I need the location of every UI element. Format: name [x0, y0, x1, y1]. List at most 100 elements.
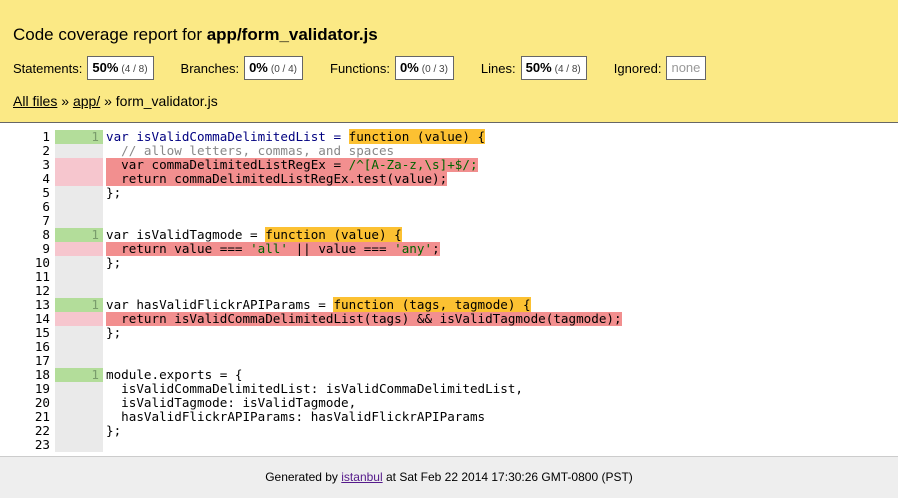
metric-lines: Lines: 50% (4 / 8) [481, 56, 587, 80]
code-string: /^[A-Za-z,\s]+$/; [348, 157, 478, 172]
metric-label: Lines: [480, 60, 516, 76]
line-number: 23 [34, 437, 50, 452]
code-text: var commaDelimitedListRegEx = [106, 157, 349, 172]
page-title: Code coverage report for app/form_valida… [13, 25, 378, 45]
code-row: 22}; [0, 424, 898, 438]
line-coverage: 1 [55, 298, 103, 312]
line-number: 3 [42, 157, 50, 172]
line-number: 8 [42, 227, 50, 242]
metric-box: 50% (4 / 8) [520, 56, 587, 80]
line-coverage [55, 270, 103, 284]
line-coverage [55, 186, 103, 200]
code-line: }; [106, 255, 122, 270]
metric-ignored: Ignored: none [614, 56, 707, 80]
report-header: Code coverage report for app/form_valida… [0, 0, 898, 123]
code-row: 3 var commaDelimitedListRegEx = /^[A-Za-… [0, 158, 898, 172]
line-coverage [55, 312, 103, 326]
line-coverage [55, 144, 103, 158]
line-coverage [55, 382, 103, 396]
code-row: 7 [0, 214, 898, 228]
line-coverage [55, 410, 103, 424]
breadcrumb-dir[interactable]: app/ [73, 93, 100, 109]
line-number: 1 [42, 129, 50, 144]
code-listing: 1 1 var isValidCommaDelimitedList = functi… [0, 129, 898, 452]
line-number: 7 [42, 213, 50, 228]
code-text: var hasValidFlickrAPIParams = [106, 297, 334, 312]
code-line: module.exports = { [106, 367, 243, 382]
line-number: 15 [34, 325, 50, 340]
footer-prefix: Generated by [265, 470, 342, 484]
code-row: 2 // allow letters, commas, and spaces [0, 144, 898, 158]
line-coverage [55, 214, 103, 228]
breadcrumb-file: form_validator.js [115, 93, 218, 109]
line-coverage [55, 424, 103, 438]
breadcrumb-all-files[interactable]: All files [13, 93, 57, 109]
metric-box: 0% (0 / 4) [244, 56, 303, 80]
code-line: hasValidFlickrAPIParams: hasValidFlickrA… [106, 409, 486, 424]
istanbul-link[interactable]: istanbul [341, 470, 382, 484]
line-number: 14 [34, 311, 50, 326]
breadcrumb-separator: » [57, 93, 73, 109]
line-coverage [55, 396, 103, 410]
line-coverage [55, 242, 103, 256]
uncovered-function: function (tags, tagmode) { [333, 297, 531, 312]
code-row: 19 isValidCommaDelimitedList: isValidCom… [0, 382, 898, 396]
code-row: 23 [0, 438, 898, 452]
code-text: ; [432, 241, 440, 256]
code-text: var isValidCommaDelimitedList = [106, 129, 349, 144]
line-coverage [55, 326, 103, 340]
code-row: 15}; [0, 326, 898, 340]
code-line: isValidTagmode: isValidTagmode, [106, 395, 357, 410]
line-number: 20 [34, 395, 50, 410]
code-text: var isValidTagmode = [106, 227, 266, 242]
breadcrumb: All files » app/ » form_validator.js [13, 93, 218, 109]
code-line: }; [106, 325, 122, 340]
metric-statements: Statements: 50% (4 / 8) [13, 56, 154, 80]
metric-frac: (4 / 8) [121, 64, 148, 75]
code-line: var commaDelimitedListRegEx = /^[A-Za-z,… [106, 158, 478, 172]
code-line: return value === 'all' || value === 'any… [106, 242, 440, 256]
line-number: 4 [42, 171, 50, 186]
code-row: 9 return value === 'all' || value === 'a… [0, 242, 898, 256]
code-row: 4 return commaDelimitedListRegEx.test(va… [0, 172, 898, 186]
code-row: 14 return isValidCommaDelimitedList(tags… [0, 312, 898, 326]
metric-frac: (0 / 3) [421, 64, 448, 75]
code-row: 12 [0, 284, 898, 298]
line-coverage [55, 200, 103, 214]
code-text: || value === [287, 241, 395, 256]
line-coverage [55, 354, 103, 368]
code-row: 10}; [0, 256, 898, 270]
uncovered-function: function (value) { [265, 227, 402, 242]
line-coverage [55, 172, 103, 186]
line-number: 11 [34, 269, 50, 284]
metric-pct: 50% [92, 60, 119, 75]
line-number: 22 [34, 423, 50, 438]
code-row: 17 [0, 354, 898, 368]
code-line: return commaDelimitedListRegEx.test(valu… [106, 171, 448, 186]
metric-box: 50% (4 / 8) [87, 56, 154, 80]
line-coverage [55, 284, 103, 298]
metric-frac: (0 / 4) [270, 64, 297, 75]
line-coverage [55, 340, 103, 354]
title-file: app/form_validator.js [206, 25, 378, 44]
metric-pct: 50% [525, 60, 552, 75]
code-line: }; [106, 185, 122, 200]
metric-pct: 0% [249, 60, 268, 75]
code-row: 5}; [0, 186, 898, 200]
code-row: 6 [0, 200, 898, 214]
line-number: 16 [34, 339, 50, 354]
metric-branches: Branches: 0% (0 / 4) [181, 56, 303, 80]
code-line: return isValidCommaDelimitedList(tags) &… [106, 311, 622, 326]
line-coverage: 1 [55, 130, 103, 144]
code-line: isValidCommaDelimitedList: isValidCommaD… [106, 381, 524, 396]
coverage-metrics: Statements: 50% (4 / 8) Branches: 0% (0 / … [13, 56, 733, 80]
code-row: 20 isValidTagmode: isValidTagmode, [0, 396, 898, 410]
line-number: 17 [34, 353, 50, 368]
code-row: 11 [0, 270, 898, 284]
line-number: 19 [34, 381, 50, 396]
line-coverage [55, 158, 103, 172]
line-number: 10 [34, 255, 50, 270]
code-string: 'any' [394, 241, 433, 256]
code-line: var isValidTagmode = function (value) { [106, 227, 402, 242]
metric-label: Branches: [180, 60, 240, 76]
